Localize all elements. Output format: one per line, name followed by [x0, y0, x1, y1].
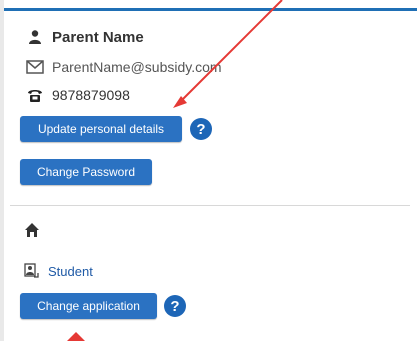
help-icon[interactable]: ?: [190, 118, 212, 140]
parent-name-row: Parent Name: [26, 28, 144, 46]
student-icon: [22, 262, 40, 280]
student-link-row[interactable]: Student: [22, 262, 93, 280]
email-text: ParentName@subsidy.com: [52, 59, 222, 75]
annotation-arrowhead-2: [67, 332, 85, 341]
email-row: ParentName@subsidy.com: [26, 58, 222, 76]
user-icon: [26, 28, 44, 46]
left-rail: [0, 0, 4, 341]
home-icon: [24, 222, 40, 243]
parent-name: Parent Name: [52, 28, 144, 46]
update-personal-details-button[interactable]: Update personal details: [20, 116, 182, 142]
change-application-button[interactable]: Change application: [20, 293, 157, 319]
envelope-icon: [26, 58, 44, 76]
student-label[interactable]: Student: [48, 264, 93, 279]
telephone-icon: [26, 86, 44, 104]
section-divider: [10, 205, 410, 206]
change-password-button[interactable]: Change Password: [20, 159, 152, 185]
annotation-arrow-1: [181, 0, 283, 101]
top-bar: [0, 0, 417, 8]
phone-text: 9878879098: [52, 87, 130, 103]
top-border: [0, 8, 417, 11]
help-icon[interactable]: ?: [164, 295, 186, 317]
phone-row: 9878879098: [26, 86, 130, 104]
annotation-arrowhead-1: [173, 96, 187, 108]
